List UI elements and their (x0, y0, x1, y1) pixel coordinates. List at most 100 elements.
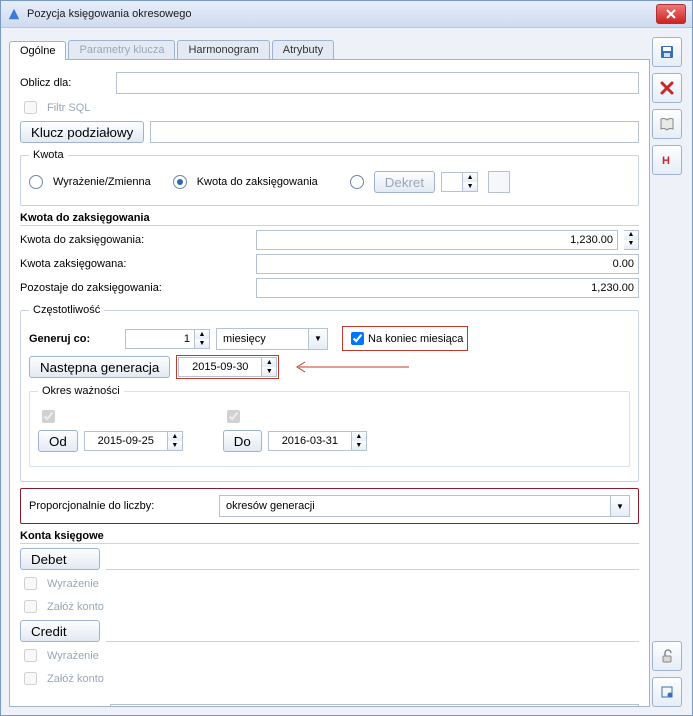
lock-button[interactable] (652, 641, 682, 671)
proportional-label: Proporcjonalnie do liczby: (29, 500, 209, 512)
calc-for-label: Oblicz dla: (20, 77, 110, 89)
credit-wyrazenie-label: Wyrażenie (47, 650, 99, 662)
tab-schedule[interactable]: Harmonogram (177, 40, 269, 59)
frequency-group: Częstotliwość Generuj co: ▲▼ miesięcy ▼ (20, 304, 639, 482)
amount-input[interactable] (256, 230, 618, 250)
amount-spin-down[interactable]: ▼ (624, 240, 638, 249)
side-toolbar: H (650, 35, 684, 707)
radio-kwota-label: Kwota do zaksięgowania (197, 176, 318, 188)
proportional-highlight: Proporcjonalnie do liczby: okresów gener… (20, 488, 639, 524)
dekret-button: Dekret (374, 171, 435, 193)
amount-label: Kwota do zaksięgowania: (20, 234, 250, 246)
filter-sql-label: Filtr SQL (47, 102, 90, 114)
edit-icon (659, 684, 675, 700)
booked-label: Kwota zaksięgowana: (20, 258, 250, 270)
validity-to-input[interactable] (268, 431, 352, 451)
generate-every-input[interactable] (125, 329, 195, 349)
credit-zaloz-label: Załóż konto (47, 673, 104, 685)
dekret-spin-down: ▼ (463, 182, 477, 191)
credit-button[interactable]: Credit (20, 620, 100, 642)
delete-icon (659, 80, 675, 96)
tab-params[interactable]: Parametry klucza (68, 40, 175, 59)
to-spin-up[interactable]: ▲ (352, 432, 366, 441)
titlebar: Pozycja księgowania okresowego (1, 1, 692, 28)
dekret-spin-up: ▲ (463, 173, 477, 182)
booked-input (256, 254, 639, 274)
generate-every-label: Generuj co: (29, 333, 119, 345)
generate-every-spinner[interactable]: ▲▼ (125, 329, 210, 349)
next-gen-date-spinner[interactable]: ▲▼ (178, 357, 277, 377)
window-title: Pozycja księgowania okresowego (27, 8, 656, 20)
validity-to-spinner[interactable]: ▲▼ (268, 431, 367, 451)
window-close-button[interactable] (656, 4, 686, 24)
edit-button[interactable] (652, 677, 682, 707)
proportional-value: okresów generacji (220, 500, 610, 512)
next-generation-button[interactable]: Następna generacja (29, 356, 170, 378)
frequency-unit-select[interactable]: miesięcy ▼ (216, 328, 328, 350)
from-spin-down[interactable]: ▼ (168, 441, 182, 450)
frequency-unit-value: miesięcy (217, 333, 308, 345)
end-of-month-label: Na koniec miesiąca (368, 333, 463, 345)
radio-expression[interactable] (29, 175, 43, 189)
credit-input[interactable] (106, 621, 639, 642)
opis-input[interactable] (110, 704, 639, 707)
calc-for-input[interactable] (116, 72, 639, 94)
proportional-select[interactable]: okresów generacji ▼ (219, 495, 630, 517)
klucz-podzialowy-input[interactable] (150, 121, 639, 143)
credit-zaloz-checkbox (24, 672, 37, 685)
validity-to-button[interactable]: Do (223, 430, 262, 452)
history-button[interactable]: H (652, 145, 682, 175)
kwota-group: Kwota Wyrażenie/Zmienna Kwota do zaksięg… (20, 149, 639, 206)
chevron-down-icon[interactable]: ▼ (610, 496, 629, 516)
close-icon (666, 9, 676, 19)
validity-legend: Okres ważności (38, 385, 124, 397)
debet-button[interactable]: Debet (20, 548, 100, 570)
delete-button[interactable] (652, 73, 682, 103)
radio-kwota[interactable] (173, 175, 187, 189)
app-icon (7, 7, 21, 21)
validity-from-button[interactable]: Od (38, 430, 78, 452)
next-gen-spin-down[interactable]: ▼ (262, 367, 276, 376)
filter-sql-checkbox (24, 101, 37, 114)
dialog-window: Pozycja księgowania okresowego Ogólne Pa… (0, 0, 693, 716)
svg-text:H: H (662, 155, 670, 167)
credit-wyrazenie-checkbox (24, 649, 37, 662)
kwota-legend: Kwota (29, 149, 68, 161)
klucz-podzialowy-button[interactable]: Klucz podziałowy (20, 121, 144, 143)
amount-section-title: Kwota do zaksięgowania (20, 212, 639, 226)
debet-zaloz-label: Załóż konto (47, 601, 104, 613)
tab-attrs[interactable]: Atrybuty (272, 40, 334, 59)
end-of-month-checkbox[interactable] (351, 332, 364, 345)
to-spin-down[interactable]: ▼ (352, 441, 366, 450)
gen-spin-down[interactable]: ▼ (195, 339, 209, 348)
next-gen-date-highlight: ▲▼ (176, 355, 279, 379)
save-icon (659, 44, 675, 60)
gen-spin-up[interactable]: ▲ (195, 330, 209, 339)
book-button[interactable] (652, 109, 682, 139)
accounts-section-title: Konta księgowe (20, 530, 639, 544)
lock-open-icon (659, 648, 675, 664)
from-spin-up[interactable]: ▲ (168, 432, 182, 441)
next-gen-date-input[interactable] (178, 357, 262, 377)
remain-label: Pozostaje do zaksięgowania: (20, 282, 250, 294)
validity-group: Okres ważności Od ▲▼ (29, 385, 630, 467)
end-of-month-highlight: Na koniec miesiąca (342, 326, 468, 351)
chevron-down-icon[interactable]: ▼ (308, 329, 327, 349)
book-icon (659, 116, 675, 132)
debet-input[interactable] (106, 549, 639, 570)
history-icon: H (659, 152, 675, 168)
validity-from-spinner[interactable]: ▲▼ (84, 431, 183, 451)
debet-zaloz-checkbox (24, 600, 37, 613)
debet-wyrazenie-checkbox (24, 577, 37, 590)
save-button[interactable] (652, 37, 682, 67)
next-gen-spin-up[interactable]: ▲ (262, 358, 276, 367)
validity-to-checkbox (227, 410, 240, 423)
debet-wyrazenie-label: Wyrażenie (47, 578, 99, 590)
radio-expression-label: Wyrażenie/Zmienna (53, 176, 151, 188)
dekret-spinner: ▲▼ (441, 172, 478, 192)
dekret-lookup-icon (488, 171, 510, 193)
validity-from-input[interactable] (84, 431, 168, 451)
radio-dekret[interactable] (350, 175, 364, 189)
tab-general[interactable]: Ogólne (9, 41, 66, 60)
amount-spin-up[interactable]: ▲ (624, 231, 638, 240)
